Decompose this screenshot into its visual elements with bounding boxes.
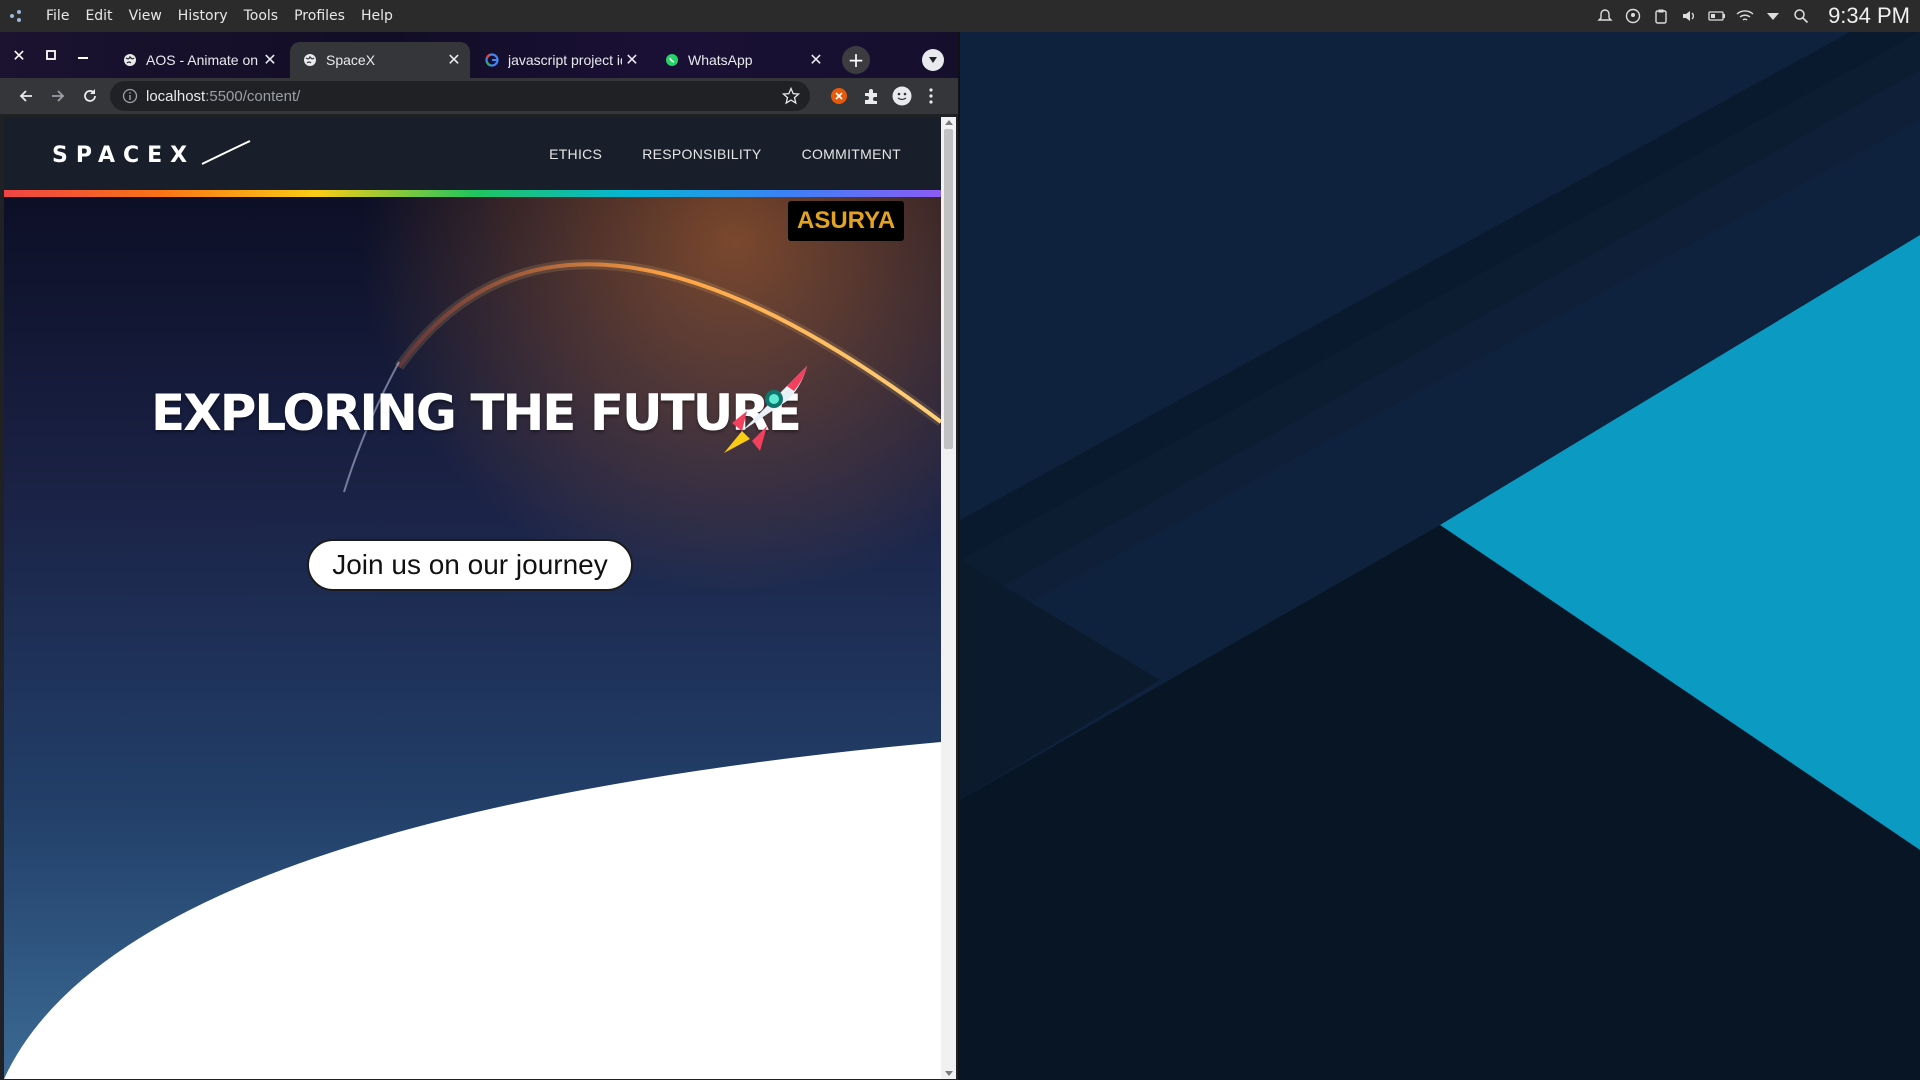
url-path: :5500/content/ (205, 87, 301, 105)
nav-link-responsibility[interactable]: RESPONSIBILITY (642, 146, 761, 162)
scroll-up-arrow-icon[interactable] (945, 120, 953, 125)
notification-bell-icon[interactable] (1596, 7, 1614, 25)
hero-background (4, 197, 941, 1079)
close-tab-icon[interactable]: ✕ (444, 50, 464, 70)
join-journey-button[interactable]: Join us on our journey (307, 539, 633, 591)
minimize-window-icon[interactable] (72, 44, 94, 66)
menu-view[interactable]: View (121, 8, 170, 24)
site-nav-links: ETHICS RESPONSIBILITY COMMITMENT (549, 117, 941, 190)
volume-icon[interactable] (1680, 7, 1698, 25)
svg-text:SPACEX: SPACEX (52, 143, 195, 168)
menu-help[interactable]: Help (353, 8, 401, 24)
page-viewport: SPACEX ETHICS RESPONSIBILITY COMMITMENT … (4, 117, 941, 1079)
menu-profiles[interactable]: Profiles (286, 8, 353, 24)
tab-title: AOS - Animate on scroll library (146, 52, 260, 68)
system-tray: 9:34 PM (1596, 0, 1920, 32)
globe-icon (302, 52, 318, 68)
url-host: localhost (146, 87, 206, 105)
menu-tools[interactable]: Tools (236, 8, 287, 24)
menu-edit[interactable]: Edit (77, 8, 120, 24)
tab-search-icon[interactable] (922, 49, 944, 71)
bookmark-star-icon[interactable] (782, 87, 800, 105)
tab-strip: ✕ AOS - Animate on scroll library ✕ Spac… (0, 32, 958, 78)
search-icon[interactable] (1792, 7, 1810, 25)
site-info-icon[interactable] (122, 88, 138, 104)
spacex-logo[interactable]: SPACEX (52, 139, 252, 171)
vpn-icon[interactable] (1624, 7, 1642, 25)
address-bar[interactable]: localhost:5500/content/ (110, 81, 810, 111)
browser-toolbar: localhost:5500/content/ (0, 78, 958, 114)
menu-history[interactable]: History (170, 8, 236, 24)
nav-link-commitment[interactable]: COMMITMENT (802, 146, 901, 162)
nav-link-ethics[interactable]: ETHICS (549, 146, 602, 162)
scroll-down-arrow-icon[interactable] (945, 1071, 953, 1076)
whatsapp-icon (664, 52, 680, 68)
back-arrow-icon[interactable] (14, 84, 38, 108)
reload-icon[interactable] (78, 84, 102, 108)
clipboard-icon[interactable] (1652, 7, 1670, 25)
close-tab-icon[interactable]: ✕ (806, 50, 826, 70)
tab-spacex[interactable]: SpaceX ✕ (290, 42, 470, 78)
globe-icon (122, 52, 138, 68)
tab-title: javascript project ideas (508, 52, 622, 68)
forward-arrow-icon[interactable] (46, 84, 70, 108)
rainbow-divider (4, 190, 941, 197)
new-tab-button[interactable]: + (842, 46, 870, 74)
profile-avatar-icon[interactable] (892, 86, 912, 106)
app-launcher-icon[interactable] (6, 6, 26, 26)
extensions-puzzle-icon[interactable] (862, 87, 880, 105)
tab-google-search[interactable]: javascript project ideas ✕ (472, 42, 648, 78)
close-window-icon[interactable]: ✕ (8, 44, 30, 66)
tab-aos[interactable]: AOS - Animate on scroll library ✕ (110, 42, 286, 78)
close-tab-icon[interactable]: ✕ (260, 50, 280, 70)
google-icon (484, 52, 500, 68)
tab-title: WhatsApp (688, 52, 753, 68)
tray-expand-icon[interactable] (1764, 7, 1782, 25)
browser-window: ✕ AOS - Animate on scroll library ✕ Spac… (0, 32, 960, 1080)
menu-file[interactable]: File (38, 8, 77, 24)
browser-menu-icon[interactable] (926, 87, 936, 105)
tab-title: SpaceX (326, 52, 376, 68)
site-navbar: SPACEX ETHICS RESPONSIBILITY COMMITMENT (4, 117, 941, 190)
close-tab-icon[interactable]: ✕ (622, 50, 642, 70)
author-badge: ASURYA (788, 201, 905, 241)
wifi-icon[interactable] (1736, 7, 1754, 25)
maximize-window-icon[interactable] (40, 44, 62, 66)
scrollbar-thumb[interactable] (944, 129, 953, 449)
system-top-bar: File Edit View History Tools Profiles He… (0, 0, 1920, 32)
battery-icon[interactable] (1708, 7, 1726, 25)
hero-headline: EXPLORING THE FUTURE (151, 384, 802, 442)
extension-blocker-icon[interactable] (830, 87, 848, 105)
tab-whatsapp[interactable]: WhatsApp ✕ (652, 42, 832, 78)
rocket-icon (724, 366, 807, 453)
system-clock[interactable]: 9:34 PM (1828, 3, 1910, 29)
page-scrollbar[interactable] (941, 117, 956, 1079)
